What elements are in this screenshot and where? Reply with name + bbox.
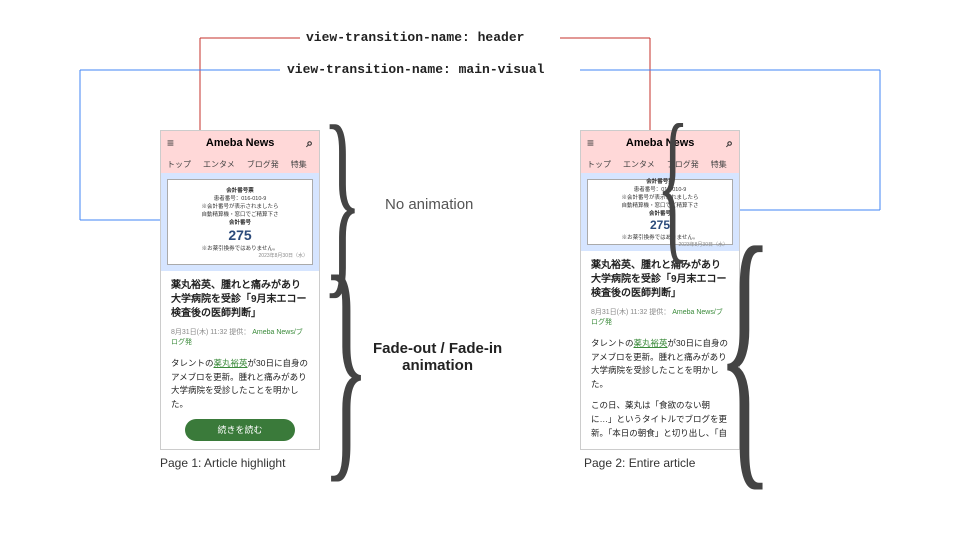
inline-link[interactable]: 薬丸裕英 [214,358,248,368]
annotation-fade: Fade-out / Fade-in animation [373,340,502,374]
hero-image: 会計番号票 患者番号：016-010-9 ※会計番号が表示されましたら 自動精算… [167,179,313,265]
article-para-1: タレントの薬丸裕英が30日に自身のアメブロを更新。腫れと痛みがあり大学病院を受診… [591,337,729,391]
caption-page-1: Page 1: Article highlight [160,456,285,470]
article-meta: 8月31日(木) 11:32 提供： Ameba News/ブログ発 [591,307,729,327]
caption-page-2: Page 2: Entire article [584,456,695,470]
article-para-2: この日、薬丸は「食欲のない朝に…」というタイトルでブログを更新。「本日の朝食」と… [591,399,729,440]
article-meta-sep: 提供： [649,309,670,316]
article-body: 薬丸裕英、腫れと痛みがあり大学病院を受診「9月末エコー検査後の医師判断」 8月3… [581,251,739,450]
tab-entame[interactable]: エンタメ [197,159,241,170]
ticket-note3: ※お薬引換券ではありません。 [202,244,279,252]
search-icon[interactable]: ⌕ [306,136,313,151]
connector-header [0,0,960,540]
inline-link[interactable]: 薬丸裕英 [634,338,668,348]
ticket-title: 会計番号票 [226,186,254,194]
tab-entame[interactable]: エンタメ [617,159,661,170]
connector-main-visual [0,0,960,540]
ticket-idline: 患者番号：016-010-9 [214,194,267,202]
ticket-note2: 自動精算機・窓口でご精算下さ [201,210,278,218]
article-date: 8月31日(木) 11:32 [171,329,227,336]
hamburger-icon[interactable]: ≡ [167,136,174,150]
annotation-no-animation: No animation [385,196,473,213]
hamburger-icon[interactable]: ≡ [587,136,594,150]
phone-page-1: ≡ Ameba News ⌕ トップ エンタメ ブログ発 特集 会計番号票 患者… [160,130,320,450]
code-label-main-visual: view-transition-name: main-visual [287,62,544,77]
search-icon[interactable]: ⌕ [726,136,733,151]
ticket-label: 会計番号 [229,218,251,226]
tab-feature[interactable]: 特集 [285,159,313,170]
tab-top[interactable]: トップ [161,159,197,170]
article-para-1: タレントの薬丸裕英が30日に自身のアメブロを更新。腫れと痛みがあり大学病院を受診… [171,357,309,411]
para-text: タレントの [171,358,214,368]
article-meta: 8月31日(木) 11:32 提供： Ameba News/ブログ発 [171,327,309,347]
brace-icon: } [717,245,774,457]
brace-icon: } [322,275,370,455]
tab-blog[interactable]: ブログ発 [241,159,285,170]
tab-feature[interactable]: 特集 [705,159,733,170]
article-meta-sep: 提供： [229,329,250,336]
nav-tabs: トップ エンタメ ブログ発 特集 [161,155,319,173]
article-title: 薬丸裕英、腫れと痛みがあり大学病院を受診「9月末エコー検査後の医師判断」 [171,279,309,321]
ticket-date: 2023年8月30日（水） [259,252,308,259]
read-more-button[interactable]: 続きを読む [185,419,295,441]
para-text: タレントの [591,338,634,348]
tab-top[interactable]: トップ [581,159,617,170]
ticket-number: 275 [228,227,251,243]
article-date: 8月31日(木) 11:32 [591,309,647,316]
main-visual: 会計番号票 患者番号：016-010-9 ※会計番号が表示されましたら 自動精算… [161,173,319,271]
app-header: ≡ Ameba News ⌕ [161,131,319,155]
ticket-note1: ※会計番号が表示されましたら [201,202,278,210]
article-body: 薬丸裕英、腫れと痛みがあり大学病院を受診「9月末エコー検査後の医師判断」 8月3… [161,271,319,449]
brace-icon: } [657,123,690,245]
app-logo: Ameba News [206,137,274,149]
code-label-header: view-transition-name: header [306,30,524,45]
